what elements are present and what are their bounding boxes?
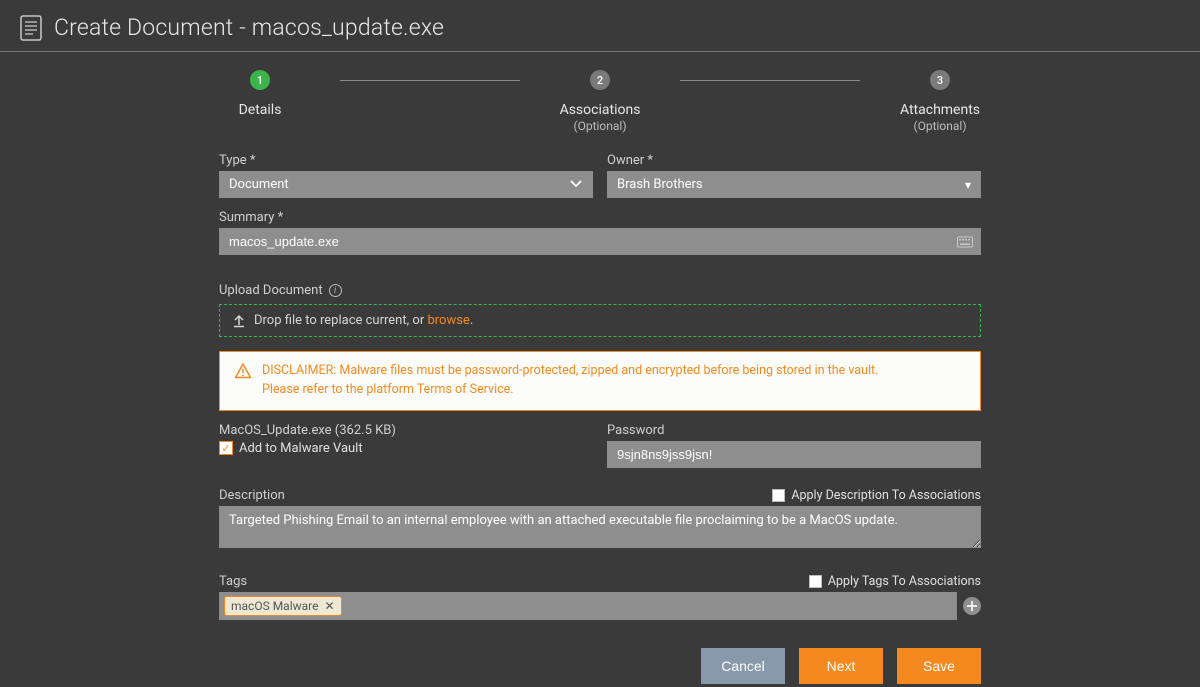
step-number: 1 bbox=[250, 70, 270, 90]
uploaded-file-name: MacOS_Update.exe (362.5 KB) bbox=[219, 423, 593, 438]
cancel-button[interactable]: Cancel bbox=[701, 648, 785, 684]
warning-icon bbox=[234, 362, 252, 380]
apply-desc-checkbox[interactable] bbox=[772, 489, 785, 502]
next-button[interactable]: Next bbox=[799, 648, 883, 684]
description-label: Description bbox=[219, 488, 285, 503]
step-sublabel: (Optional) bbox=[913, 119, 966, 133]
step-connector bbox=[680, 80, 860, 81]
add-to-vault-checkbox[interactable] bbox=[219, 441, 233, 455]
tag-text: macOS Malware bbox=[231, 599, 318, 613]
step-attachments[interactable]: 3 Attachments (Optional) bbox=[860, 70, 1020, 133]
upload-dropzone[interactable]: Drop file to replace current, or browse. bbox=[219, 304, 981, 337]
upload-icon bbox=[232, 314, 246, 328]
step-details[interactable]: 1 Details bbox=[180, 70, 340, 118]
password-label: Password bbox=[607, 423, 981, 438]
step-label: Attachments bbox=[900, 102, 980, 118]
owner-label: Owner * bbox=[607, 153, 981, 168]
apply-tags-checkbox[interactable] bbox=[809, 575, 822, 588]
description-textarea[interactable] bbox=[219, 506, 981, 548]
info-icon[interactable]: i bbox=[329, 284, 342, 297]
step-sublabel: (Optional) bbox=[573, 119, 626, 133]
apply-desc-label: Apply Description To Associations bbox=[791, 488, 981, 503]
dropzone-text-prefix: Drop file to replace current, or bbox=[254, 313, 427, 328]
type-select[interactable]: Document bbox=[219, 171, 593, 198]
tag-chip: macOS Malware ✕ bbox=[224, 596, 342, 616]
disclaimer-line2: Please refer to the platform Terms of Se… bbox=[262, 381, 878, 400]
tag-remove-icon[interactable]: ✕ bbox=[324, 599, 334, 613]
step-label: Associations bbox=[560, 102, 641, 118]
summary-input[interactable] bbox=[219, 228, 981, 255]
owner-value: Brash Brothers bbox=[617, 177, 703, 192]
owner-select[interactable]: Brash Brothers ▾ bbox=[607, 171, 981, 198]
type-label: Type * bbox=[219, 153, 593, 168]
step-number: 3 bbox=[930, 70, 950, 90]
type-value: Document bbox=[229, 177, 289, 192]
add-tag-button[interactable] bbox=[963, 597, 981, 615]
password-input[interactable] bbox=[607, 441, 981, 468]
dialog-header: Create Document - macos_update.exe bbox=[0, 0, 1200, 52]
step-associations[interactable]: 2 Associations (Optional) bbox=[520, 70, 680, 133]
upload-label: Upload Document bbox=[219, 283, 323, 298]
dropzone-text-suffix: . bbox=[470, 313, 473, 328]
form: Type * Document Owner * Brash Brothers ▾… bbox=[219, 153, 981, 684]
stepper: 1 Details 2 Associations (Optional) 3 At… bbox=[0, 70, 1200, 133]
dialog-title: Create Document - macos_update.exe bbox=[54, 14, 444, 41]
step-label: Details bbox=[239, 102, 282, 118]
caret-down-icon: ▾ bbox=[965, 178, 971, 192]
chevron-down-icon bbox=[569, 178, 583, 192]
browse-link[interactable]: browse bbox=[427, 313, 469, 328]
disclaimer-line1: DISCLAIMER: Malware files must be passwo… bbox=[262, 362, 878, 381]
tags-label: Tags bbox=[219, 574, 247, 589]
keyboard-icon bbox=[957, 232, 973, 251]
disclaimer-box: DISCLAIMER: Malware files must be passwo… bbox=[219, 351, 981, 411]
step-number: 2 bbox=[590, 70, 610, 90]
footer-actions: Cancel Next Save bbox=[219, 648, 981, 684]
step-connector bbox=[340, 80, 520, 81]
summary-label: Summary * bbox=[219, 210, 981, 225]
add-to-vault-label: Add to Malware Vault bbox=[239, 441, 363, 456]
apply-tags-label: Apply Tags To Associations bbox=[828, 574, 981, 589]
tags-input[interactable]: macOS Malware ✕ bbox=[219, 592, 957, 620]
save-button[interactable]: Save bbox=[897, 648, 981, 684]
document-icon bbox=[20, 15, 42, 41]
